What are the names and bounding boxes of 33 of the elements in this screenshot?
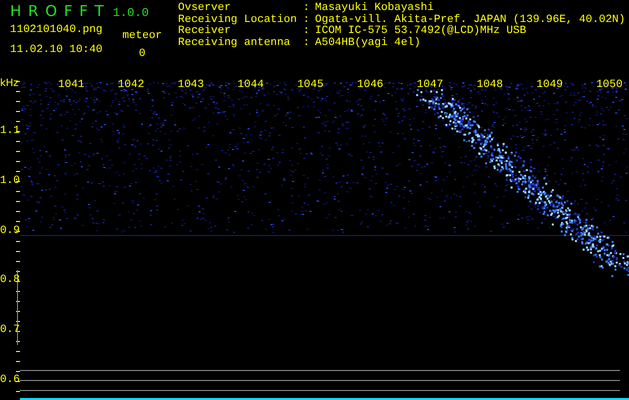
station-value: A504HB(yagi 4el) bbox=[315, 38, 421, 49]
station-value: Ogata-vill. Akita-Pref. JAPAN (139.96E, 40.02N) bbox=[315, 14, 626, 26]
station-label: Receiver bbox=[178, 26, 232, 37]
x-axis-label: 1050 bbox=[596, 79, 623, 91]
x-axis-label: 1041 bbox=[58, 79, 84, 91]
app-title: H R O F F T bbox=[10, 2, 105, 20]
x-axis-label: 1048 bbox=[476, 79, 503, 91]
y-axis-label: 0.9 bbox=[0, 224, 20, 237]
app-version: 1.0.0 bbox=[112, 6, 149, 20]
file-name: 1102101040.png bbox=[10, 24, 102, 36]
station-value: ICOM IC-575 53.7492(@LCD)MHz USB bbox=[315, 26, 526, 37]
y-axis-label: 0.7 bbox=[0, 324, 20, 336]
x-axis-label: 1045 bbox=[297, 79, 324, 91]
y-axis-label: 0.8 bbox=[0, 274, 20, 286]
station-label: Ovserver bbox=[178, 3, 232, 14]
separator: : bbox=[303, 14, 311, 26]
x-axis-label: 1046 bbox=[357, 79, 384, 91]
unit-label: kHz bbox=[0, 78, 19, 89]
x-axis-label: 1047 bbox=[416, 79, 444, 91]
date-time: 11.02.10 10:40 bbox=[10, 44, 102, 56]
x-axis-label: 1043 bbox=[178, 79, 204, 91]
separator: : bbox=[303, 3, 311, 14]
meteor-label: meteor bbox=[122, 30, 162, 42]
y-axis-label: 1.0 bbox=[0, 174, 20, 187]
x-axis-label: 1049 bbox=[536, 79, 563, 91]
station-label: Receiving antenna bbox=[178, 38, 292, 49]
meteor-count: 0 bbox=[138, 48, 146, 60]
station-value: Masayuki Kobayashi bbox=[315, 3, 434, 14]
separator: : bbox=[303, 38, 311, 49]
x-axis-label: 1042 bbox=[118, 79, 144, 91]
separator: : bbox=[303, 26, 311, 38]
station-label: Receiving Location bbox=[178, 14, 298, 26]
y-axis-label: 1.1 bbox=[0, 125, 20, 137]
